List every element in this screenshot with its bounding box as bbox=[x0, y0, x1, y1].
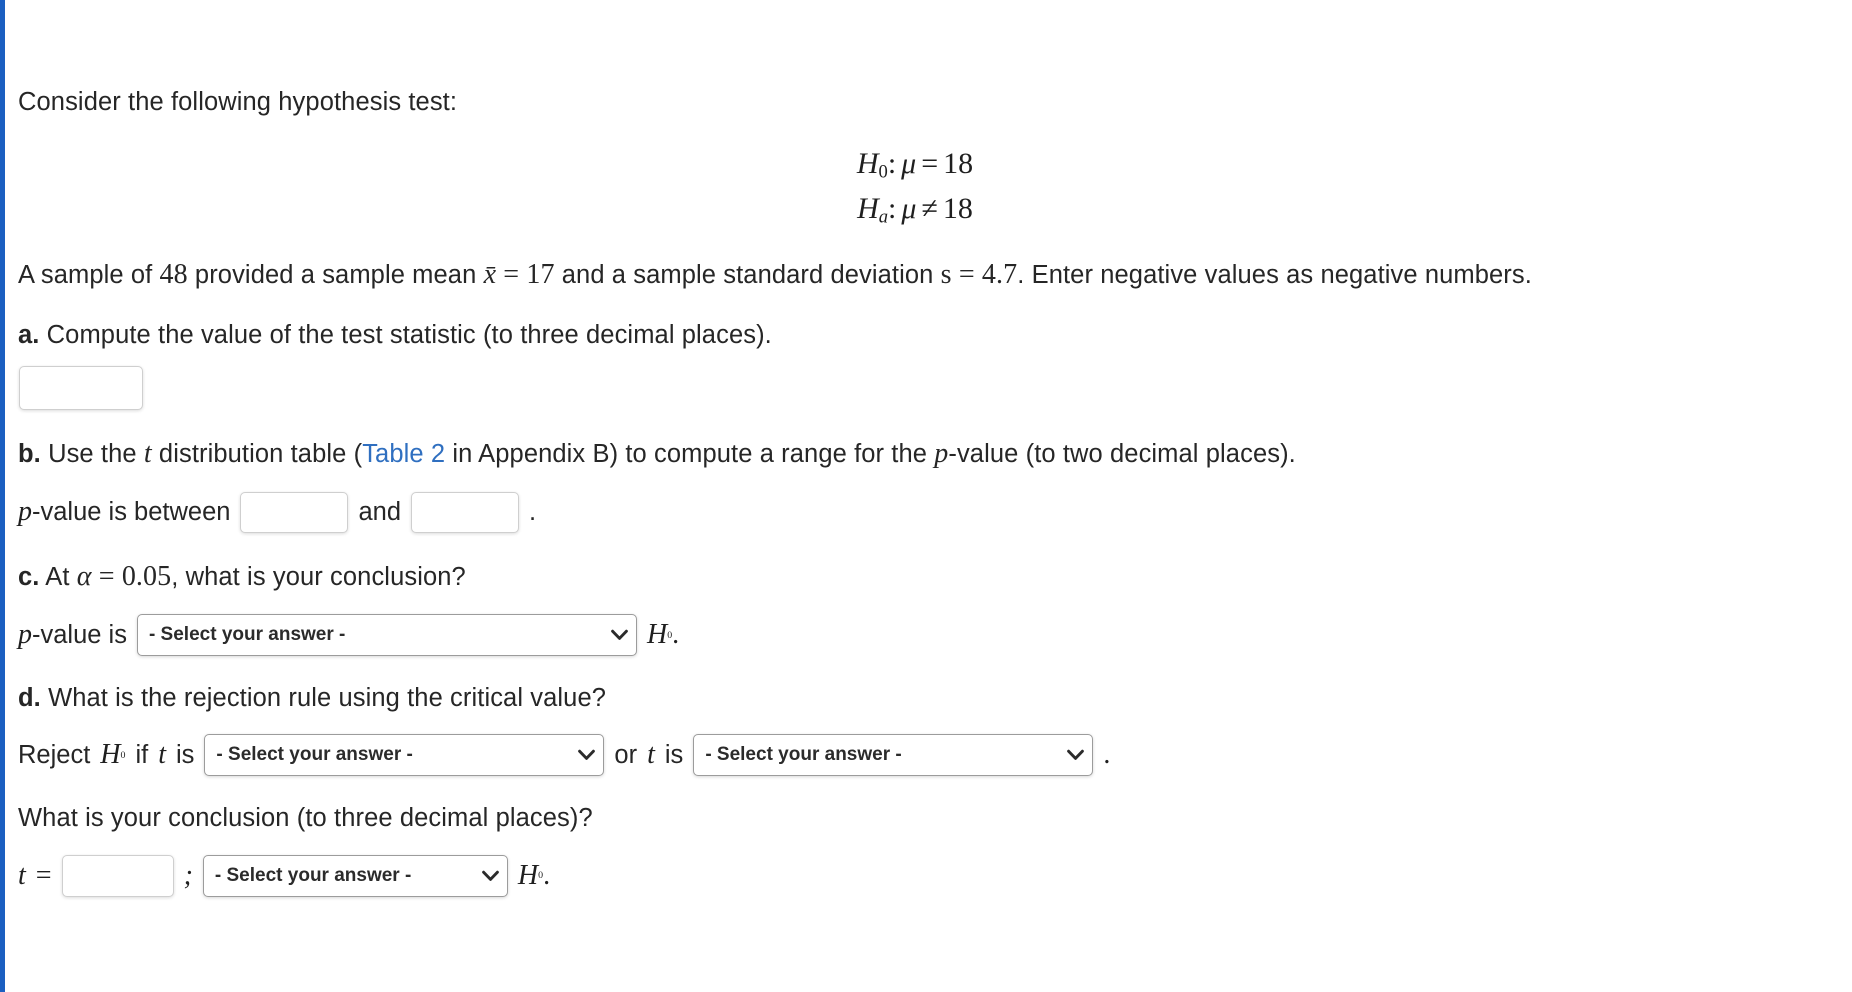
sample-suffix: . Enter negative values as negative numb… bbox=[1017, 261, 1532, 290]
chevron-down-icon bbox=[1067, 749, 1085, 761]
p-value-range-row: p -value is between and . bbox=[18, 491, 1852, 533]
part-c-answer-row: p -value is - Select your answer - H0. bbox=[18, 614, 1852, 657]
part-b-text-after-link: in Appendix B) to compute a range for th… bbox=[452, 439, 928, 468]
sample-sd-value: 4.7 bbox=[981, 259, 1018, 291]
p-value-range-p-symbol: p bbox=[18, 496, 32, 528]
test-statistic-input[interactable] bbox=[19, 365, 143, 410]
sample-prefix: A sample of bbox=[18, 261, 153, 290]
part-b-t-symbol: t bbox=[143, 437, 152, 469]
p-value-conclusion-select[interactable]: - Select your answer - bbox=[136, 614, 637, 657]
sample-mean-value: 17 bbox=[526, 259, 555, 291]
sample-mean-symbol: x̄ bbox=[483, 259, 497, 291]
part-a-answer-row bbox=[18, 352, 1852, 410]
question-content: Consider the following hypothesis test: … bbox=[5, 0, 1852, 897]
conclusion-question-text: What is your conclusion (to three decima… bbox=[18, 804, 593, 833]
conclusion-answer-row: t = ; - Select your answer - H0. bbox=[18, 854, 1852, 897]
part-b-label: b. bbox=[18, 439, 41, 468]
sample-mid-text-2: and a sample standard deviation bbox=[561, 261, 934, 290]
sample-size-value: 48 bbox=[159, 259, 188, 291]
p-value-conclusion-select-value: - Select your answer - bbox=[148, 624, 346, 646]
chevron-down-icon bbox=[611, 629, 628, 641]
part-b-text-before: Use the bbox=[48, 439, 137, 468]
part-c-question: c. At α = 0.05, what is your conclusion? bbox=[18, 559, 1852, 595]
chevron-down-icon bbox=[578, 749, 596, 761]
question-page: Consider the following hypothesis test: … bbox=[0, 0, 1852, 992]
table-2-link[interactable]: Table 2 bbox=[362, 440, 445, 468]
null-hypothesis-value: 18 bbox=[943, 146, 974, 180]
alt-hypothesis-colon: : bbox=[888, 191, 897, 225]
part-c-row-end: . bbox=[672, 619, 680, 651]
part-a-text: Compute the value of the test statistic … bbox=[46, 321, 772, 350]
conclusion-t-equals: = bbox=[35, 859, 52, 891]
rejection-rule-select-1[interactable]: - Select your answer - bbox=[204, 734, 605, 777]
null-hypothesis-symbol: H bbox=[856, 146, 879, 180]
conclusion-question: What is your conclusion (to three decima… bbox=[18, 802, 1852, 835]
null-hypothesis-colon: : bbox=[887, 146, 897, 180]
p-value-upper-input[interactable] bbox=[411, 491, 519, 533]
part-c-row-prefix: -value is bbox=[32, 620, 127, 649]
sample-mid-text: provided a sample mean bbox=[194, 261, 477, 290]
conclusion-t-input[interactable] bbox=[61, 854, 174, 897]
conclusion-select[interactable]: - Select your answer - bbox=[202, 854, 508, 897]
part-d-if-text: if bbox=[135, 740, 149, 769]
alternative-hypothesis: Ha: μ ≠ 18 bbox=[18, 186, 1812, 231]
part-b-text-end: -value (to two decimal places). bbox=[948, 439, 1296, 468]
part-c-label: c. bbox=[18, 562, 40, 591]
rejection-rule-select-2-value: - Select your answer - bbox=[705, 744, 902, 766]
part-d-is-text-2: is bbox=[664, 740, 684, 769]
part-c-alpha-value: 0.05 bbox=[121, 560, 172, 592]
null-hypothesis-parameter: μ bbox=[901, 146, 917, 180]
part-d-t-symbol-2: t bbox=[647, 739, 655, 771]
sample-sd-symbol: s bbox=[940, 259, 952, 291]
alt-hypothesis-subscript: a bbox=[878, 206, 889, 228]
p-value-lower-input[interactable] bbox=[240, 491, 349, 533]
rejection-rule-select-1-value: - Select your answer - bbox=[216, 744, 413, 766]
part-c-text-end: , what is your conclusion? bbox=[171, 562, 466, 591]
part-a-question: a. Compute the value of the test statist… bbox=[18, 319, 1852, 352]
sample-description: A sample of 48 provided a sample mean x̄… bbox=[18, 257, 1852, 293]
part-b-text-after: distribution table ( bbox=[158, 439, 363, 468]
part-d-answer-row: Reject H0 if t is - Select your answer -… bbox=[18, 734, 1852, 777]
intro-text: Consider the following hypothesis test: bbox=[18, 88, 458, 116]
part-d-or-text: or bbox=[614, 740, 638, 769]
alt-hypothesis-operator: ≠ bbox=[921, 191, 938, 225]
conclusion-semicolon: ; bbox=[183, 859, 193, 891]
part-d-text: What is the rejection rule using the cri… bbox=[48, 684, 607, 713]
sample-mean-equals: = bbox=[503, 259, 520, 291]
alt-hypothesis-value: 18 bbox=[942, 191, 973, 225]
part-d-reject-text: Reject bbox=[18, 740, 91, 769]
conclusion-row-end: . bbox=[543, 859, 551, 891]
part-c-h-symbol: H bbox=[646, 619, 668, 651]
part-d-question: d. What is the rejection rule using the … bbox=[18, 682, 1852, 715]
part-c-alpha-equals: = bbox=[98, 560, 115, 592]
sample-sd-equals: = bbox=[958, 259, 975, 291]
part-c-alpha-symbol: α bbox=[76, 560, 92, 592]
p-value-range-end: . bbox=[529, 497, 537, 526]
part-d-h-subscript: 0 bbox=[120, 749, 126, 761]
conclusion-h-symbol: H bbox=[517, 859, 539, 891]
part-d-h-symbol: H bbox=[100, 739, 121, 771]
part-d-row-end: . bbox=[1103, 739, 1111, 771]
part-a-label: a. bbox=[18, 321, 40, 350]
conclusion-t-symbol: t bbox=[18, 859, 26, 891]
rejection-rule-select-2[interactable]: - Select your answer - bbox=[693, 734, 1094, 777]
alt-hypothesis-symbol: H bbox=[857, 191, 879, 225]
part-b-question: b. Use the t distribution table (Table 2… bbox=[18, 436, 1852, 472]
part-d-is-text: is bbox=[176, 740, 195, 769]
alt-hypothesis-parameter: μ bbox=[901, 191, 917, 225]
part-c-text-at: At bbox=[45, 562, 70, 591]
null-hypothesis: H0: μ = 18 bbox=[18, 141, 1812, 186]
p-value-range-prefix: -value is between bbox=[32, 497, 231, 526]
conclusion-select-value: - Select your answer - bbox=[214, 864, 412, 886]
part-d-t-symbol: t bbox=[158, 739, 166, 771]
null-hypothesis-subscript: 0 bbox=[878, 161, 888, 183]
part-b-p-symbol: p bbox=[934, 437, 949, 469]
p-value-range-join: and bbox=[358, 497, 401, 526]
part-c-p-symbol: p bbox=[18, 619, 32, 651]
chevron-down-icon bbox=[482, 870, 499, 882]
null-hypothesis-operator: = bbox=[921, 146, 939, 180]
part-d-label: d. bbox=[18, 684, 41, 713]
hypothesis-block: H0: μ = 18 Ha: μ ≠ 18 bbox=[18, 141, 1852, 232]
